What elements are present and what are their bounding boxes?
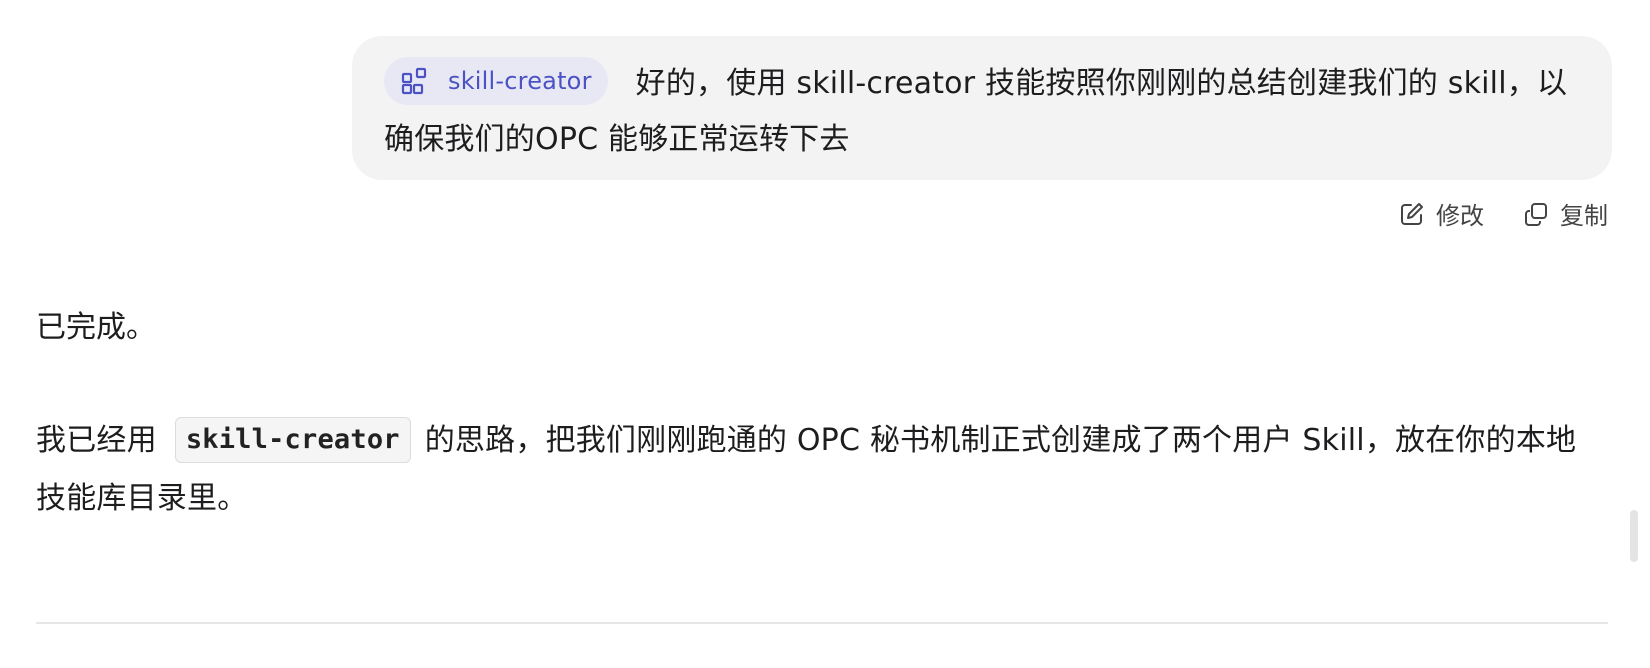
message-actions: 修改 复制	[1398, 196, 1608, 231]
copy-label: 复制	[1560, 202, 1608, 230]
paragraph-text-before-code: 我已经用	[36, 423, 157, 458]
copy-button[interactable]: 复制	[1522, 196, 1608, 231]
edit-button[interactable]: 修改	[1398, 196, 1484, 231]
skill-chip-label: skill-creator	[448, 66, 592, 95]
assistant-reply-paragraph: 我已经用 skill-creator 的思路，把我们刚刚跑通的 OPC 秘书机制正式…	[36, 412, 1596, 528]
skill-blocks-icon	[401, 67, 427, 94]
edit-icon	[1401, 202, 1423, 225]
skill-chip[interactable]: skill-creator	[384, 56, 608, 105]
edit-label: 修改	[1436, 202, 1484, 230]
inline-code: skill-creator	[174, 417, 411, 463]
user-message-text-block: skill-creator 好的，使用 skill-creator 技能按照你刚…	[384, 56, 1582, 168]
scrollbar-thumb[interactable]	[1630, 510, 1638, 562]
user-message-bubble: skill-creator 好的，使用 skill-creator 技能按照你刚…	[352, 36, 1612, 180]
divider	[36, 622, 1608, 624]
copy-icon	[1525, 202, 1547, 226]
assistant-reply-line1: 已完成。	[36, 310, 156, 345]
